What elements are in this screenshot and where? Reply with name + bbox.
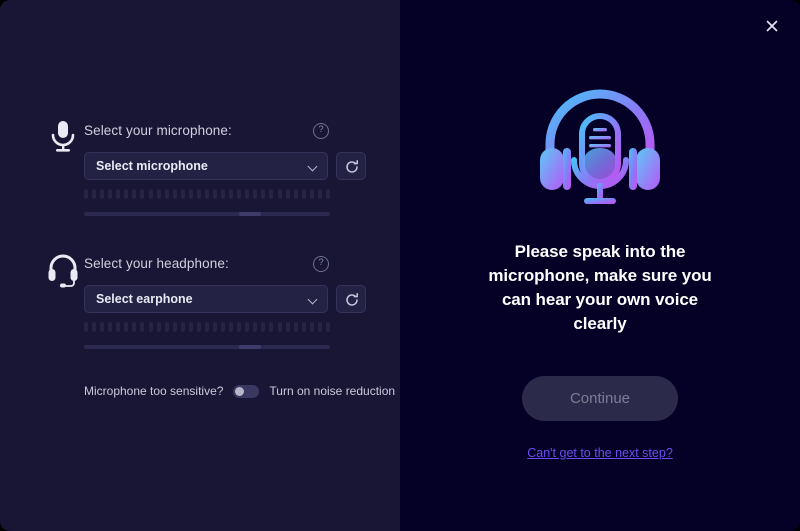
headset-microphone-illustration [530,78,670,218]
microphone-label: Select your microphone: [84,123,232,138]
meter-segment [100,189,105,199]
headphone-select[interactable]: Select earphone [84,285,328,313]
meter-segment [164,322,169,332]
meter-segment [301,189,306,199]
meter-segment [116,189,121,199]
headphone-select-value: Select earphone [96,292,193,306]
toggle-knob [235,386,245,396]
instruction-text: Please speak into the microphone, make s… [488,242,712,333]
meter-segment [237,189,242,199]
meter-segment [140,322,145,332]
meter-segment [253,189,258,199]
meter-segment [92,189,97,199]
meter-segment [277,189,282,199]
meter-segment [172,189,177,199]
headphone-level-meter [84,321,330,333]
meter-segment [237,322,242,332]
meter-segment [196,322,201,332]
meter-segment [172,322,177,332]
meter-segment [221,322,226,332]
meter-segment [140,189,145,199]
meter-segment [269,189,274,199]
meter-segment [317,189,322,199]
meter-segment [293,322,298,332]
noise-reduction-label: Turn on noise reduction [269,384,396,398]
headphone-refresh-button[interactable] [336,285,366,313]
chevron-down-icon [309,296,317,304]
meter-segment [325,189,330,199]
meter-segment [269,322,274,332]
refresh-icon [346,160,358,173]
meter-segment [180,189,185,199]
meter-segment [108,189,113,199]
meter-segment [221,189,226,199]
noise-reduction-toggle[interactable] [233,384,260,398]
meter-segment [245,189,250,199]
meter-segment [229,322,234,332]
audio-setup-dialog: Select your microphone: ? Select microph… [0,0,800,531]
meter-segment [156,322,161,332]
microphone-select[interactable]: Select microphone [84,152,328,180]
meter-segment [84,189,88,199]
headphone-help-icon[interactable]: ? [313,256,329,272]
meter-segment [213,189,217,199]
meter-segment [188,189,193,199]
meter-segment [213,322,217,332]
meter-segment [309,322,314,332]
refresh-icon [346,293,358,306]
microphone-refresh-button[interactable] [336,152,366,180]
sensitivity-question-label: Microphone too sensitive? [84,384,224,398]
meter-segment [245,322,250,332]
next-step-help-link[interactable]: Can't get to the next step? [527,446,673,460]
headset-icon [46,251,80,289]
meter-segment [261,189,266,199]
meter-segment [196,189,201,199]
meter-segment [108,322,113,332]
microphone-level-meter [84,188,330,200]
meter-segment [116,322,121,332]
slider-knob[interactable] [239,212,261,216]
meter-segment [285,322,290,332]
meter-segment [100,322,105,332]
meter-segment [317,322,322,332]
meter-segment [204,189,209,199]
meter-segment [229,189,234,199]
meter-segment [124,189,129,199]
meter-segment [132,322,137,332]
meter-segment [132,189,137,199]
meter-segment [92,322,97,332]
meter-segment [124,322,129,332]
instruction-panel: Please speak into the microphone, make s… [400,0,800,531]
device-settings-panel: Select your microphone: ? Select microph… [0,0,400,531]
headphone-label: Select your headphone: [84,256,229,271]
continue-button[interactable]: Continue [522,376,678,421]
microphone-icon [46,118,80,156]
slider-knob[interactable] [239,345,261,349]
close-button[interactable] [762,16,782,36]
meter-segment [188,322,193,332]
meter-segment [148,189,153,199]
meter-segment [180,322,185,332]
meter-segment [293,189,298,199]
microphone-volume-slider[interactable] [84,212,330,216]
headphone-volume-slider[interactable] [84,345,330,349]
microphone-help-icon[interactable]: ? [313,123,329,139]
meter-segment [309,189,314,199]
meter-segment [204,322,209,332]
meter-segment [156,189,161,199]
close-icon [766,20,778,32]
meter-segment [84,322,88,332]
meter-segment [285,189,290,199]
meter-segment [164,189,169,199]
meter-segment [301,322,306,332]
meter-segment [261,322,266,332]
chevron-down-icon [309,163,317,171]
meter-segment [253,322,258,332]
microphone-select-value: Select microphone [96,159,208,173]
meter-segment [325,322,330,332]
noise-reduction-row: Microphone too sensitive? Turn on noise … [84,384,395,398]
meter-segment [148,322,153,332]
meter-segment [277,322,282,332]
